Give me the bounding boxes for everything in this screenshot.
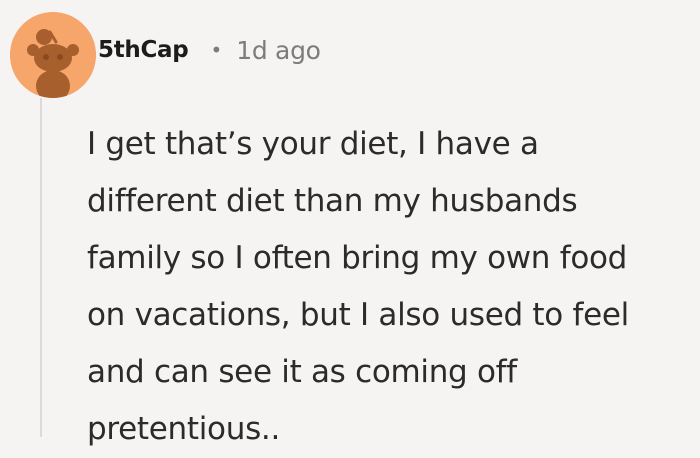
thread-line[interactable] bbox=[40, 98, 42, 437]
comment-line: different diet than my husbands bbox=[87, 183, 578, 219]
comment-body: I get that’s your diet, I have a differe… bbox=[87, 116, 687, 458]
avatar[interactable] bbox=[10, 12, 96, 98]
author-username[interactable]: 5thCap bbox=[98, 37, 189, 63]
comment-line: pretentious.. bbox=[87, 411, 281, 447]
meta-separator: • bbox=[210, 38, 223, 62]
comment-line: I get that’s your diet, I have a bbox=[87, 126, 539, 162]
comment-meta: 5thCap • 1d ago bbox=[98, 30, 321, 70]
comment-line: and can see it as coming off bbox=[87, 354, 517, 390]
snoo-avatar-icon bbox=[10, 12, 96, 98]
comment-timestamp[interactable]: 1d ago bbox=[236, 36, 321, 65]
comment-line: on vacations, but I also used to feel bbox=[87, 297, 629, 333]
comment-line: family so I often bring my own food bbox=[87, 240, 628, 276]
